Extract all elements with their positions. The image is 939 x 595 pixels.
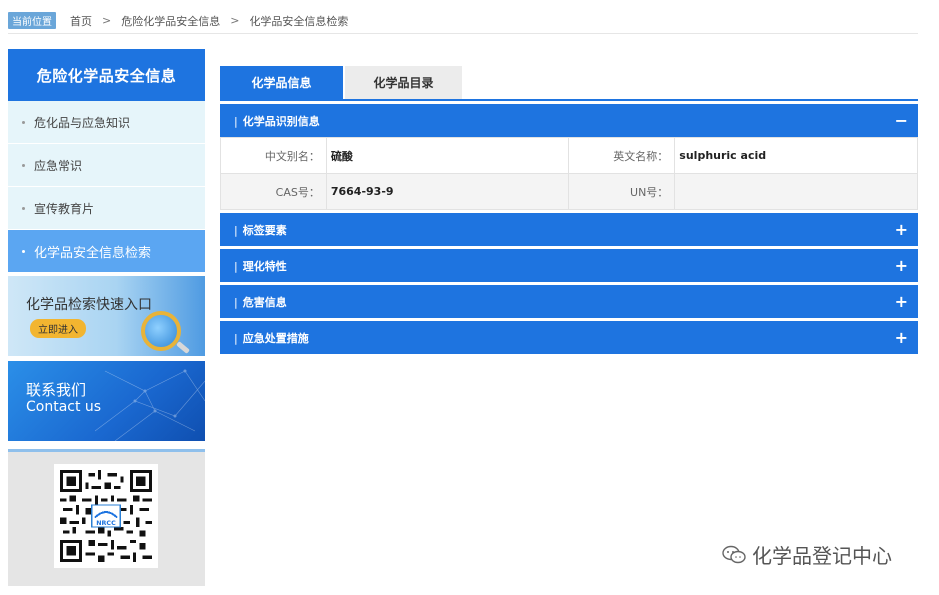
- section-title-text: 标签要素: [242, 223, 287, 237]
- section-header-label-elements[interactable]: | 标签要素 +: [220, 213, 918, 246]
- section-title-text: 化学品识别信息: [242, 114, 320, 128]
- qr-logo-text: NRCC: [96, 520, 116, 527]
- breadcrumb-current: 化学品安全信息检索: [249, 14, 349, 28]
- section-label-elements: | 标签要素 +: [220, 213, 918, 246]
- table-row: CAS号： 7664-93-9 UN号：: [220, 173, 918, 210]
- breadcrumb-separator: >: [230, 14, 240, 27]
- enter-now-button[interactable]: 立即进入: [30, 319, 86, 338]
- section-title: | 理化特性: [234, 259, 287, 273]
- english-name-label: 英文名称：: [568, 137, 676, 174]
- expand-icon[interactable]: +: [895, 257, 908, 274]
- sidebar-item-emergency-common-sense[interactable]: 应急常识: [8, 144, 205, 187]
- wechat-icon: [722, 545, 746, 563]
- section-physical-properties: | 理化特性 +: [220, 249, 918, 282]
- cas-label: CAS号：: [220, 173, 327, 210]
- breadcrumb-home[interactable]: 首页: [70, 13, 92, 29]
- sidebar-item-label: 宣传教育片: [34, 201, 95, 216]
- expand-icon[interactable]: +: [895, 221, 908, 238]
- sidebar-menu: 危化品与应急知识 应急常识 宣传教育片 化学品安全信息检索: [8, 101, 205, 273]
- english-name-value: sulphuric acid: [674, 137, 918, 174]
- breadcrumb-hazardous-chemicals[interactable]: 危险化学品安全信息: [121, 13, 220, 29]
- bullet-icon: [22, 206, 25, 210]
- section-title-text: 理化特性: [242, 259, 287, 273]
- section-header-emergency-measures[interactable]: | 应急处置措施 +: [220, 321, 918, 354]
- sidebar-item-emergency-knowledge[interactable]: 危化品与应急知识: [8, 101, 205, 144]
- section-title: | 标签要素: [234, 223, 287, 237]
- sidebar-item-education-videos[interactable]: 宣传教育片: [8, 187, 205, 230]
- qr-code: NRCC: [54, 464, 158, 568]
- expand-icon[interactable]: +: [895, 329, 908, 346]
- magnifier-handle-icon: [176, 341, 190, 354]
- section-title: | 化学品识别信息: [234, 114, 320, 128]
- sidebar-item-label: 应急常识: [34, 158, 83, 173]
- section-header-physical-properties[interactable]: | 理化特性 +: [220, 249, 918, 282]
- cas-value: 7664-93-9: [325, 173, 570, 210]
- table-row: 中文别名： 硫酸 英文名称： sulphuric acid: [220, 137, 918, 174]
- network-lines-icon: [95, 369, 205, 441]
- tab-chemical-info[interactable]: 化学品信息: [220, 66, 343, 99]
- un-value: [674, 173, 918, 210]
- section-hazard-info: | 危害信息 +: [220, 285, 918, 318]
- bullet-icon: [22, 249, 25, 253]
- watermark-text: 化学品登记中心: [752, 544, 892, 568]
- bullet-icon: [22, 163, 25, 167]
- contact-us-banner[interactable]: 联系我们 Contact us: [8, 361, 205, 441]
- collapse-icon[interactable]: −: [895, 112, 908, 129]
- sidebar-item-label: 危化品与应急知识: [34, 115, 131, 130]
- quick-search-banner[interactable]: 化学品检索快速入口 立即进入: [8, 276, 205, 356]
- location-badge: 当前位置: [8, 12, 56, 29]
- sidebar-item-chemical-search[interactable]: 化学品安全信息检索: [8, 230, 205, 273]
- qr-code-panel: NRCC: [8, 449, 205, 586]
- section-header-identification[interactable]: | 化学品识别信息 −: [220, 104, 918, 137]
- breadcrumb: 当前位置 首页 > 危险化学品安全信息 > 化学品安全信息检索: [8, 12, 918, 34]
- contact-title-cn: 联系我们: [26, 381, 87, 399]
- expand-icon[interactable]: +: [895, 293, 908, 310]
- main-content: 化学品信息 化学品目录 | 化学品识别信息 − 中文别名： 硫酸 英文名称： su…: [220, 66, 918, 354]
- identification-table: 中文别名： 硫酸 英文名称： sulphuric acid CAS号： 7664…: [220, 137, 918, 210]
- chinese-alias-value: 硫酸: [325, 137, 570, 174]
- section-title-text: 危害信息: [242, 295, 287, 309]
- section-title: | 应急处置措施: [234, 331, 309, 345]
- section-title: | 危害信息: [234, 295, 287, 309]
- magnifier-icon: [141, 311, 181, 351]
- qr-code-icon: NRCC: [60, 470, 152, 562]
- sidebar-title: 危险化学品安全信息: [8, 49, 205, 101]
- un-label: UN号：: [568, 173, 676, 210]
- quick-search-title: 化学品检索快速入口: [26, 297, 152, 313]
- contact-title-en: Contact us: [26, 399, 102, 415]
- sidebar-item-label: 化学品安全信息检索: [34, 245, 152, 261]
- tab-bar: 化学品信息 化学品目录: [220, 66, 918, 101]
- tab-chemical-catalog[interactable]: 化学品目录: [345, 66, 462, 99]
- section-emergency-measures: | 应急处置措施 +: [220, 321, 918, 354]
- sidebar: 危险化学品安全信息 危化品与应急知识 应急常识 宣传教育片 化学品安全信息检索 …: [8, 49, 205, 586]
- section-title-text: 应急处置措施: [242, 331, 309, 345]
- section-header-hazard-info[interactable]: | 危害信息 +: [220, 285, 918, 318]
- section-identification: | 化学品识别信息 − 中文别名： 硫酸 英文名称： sulphuric acid…: [220, 104, 918, 210]
- watermark: 化学品登记中心: [722, 540, 892, 569]
- chinese-alias-label: 中文别名：: [220, 137, 327, 174]
- breadcrumb-separator: >: [102, 14, 112, 27]
- bullet-icon: [22, 120, 25, 124]
